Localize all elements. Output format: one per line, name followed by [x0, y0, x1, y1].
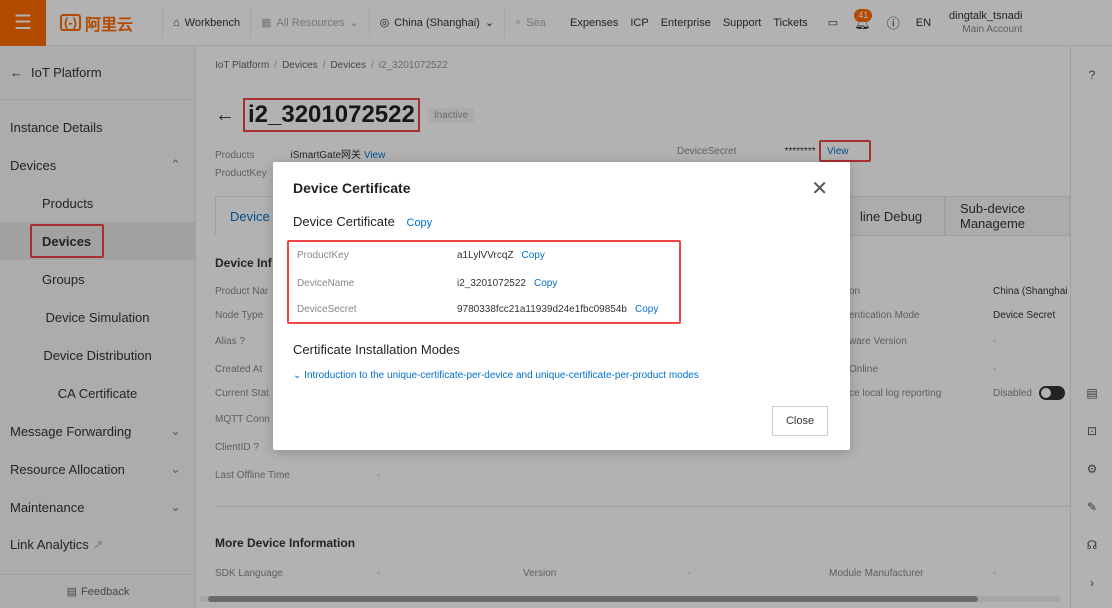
close-icon[interactable]: ✕ [811, 176, 828, 201]
devicesecret-value: 9780338fcc21a11939d24e1fbc09854b Copy [457, 304, 658, 315]
devicesecret-text: 9780338fcc21a11939d24e1fbc09854b [457, 304, 627, 315]
certificate-box: ProductKey a1LylVVrcqZ Copy DeviceName i2… [287, 240, 681, 324]
copy-devicesecret-button[interactable]: Copy [635, 304, 658, 315]
installation-modes-title: Certificate Installation Modes [293, 342, 460, 357]
devicename-text: i2_3201072522 [457, 278, 526, 289]
dialog-title: Device Certificate [293, 180, 411, 196]
productkey-label: ProductKey [297, 250, 349, 261]
copy-all-button[interactable]: Copy [407, 217, 433, 229]
close-button[interactable]: Close [772, 406, 828, 436]
productkey-text: a1LylVVrcqZ [457, 250, 514, 261]
copy-productkey-button[interactable]: Copy [522, 250, 545, 261]
installation-modes-toggle[interactable]: ⌄ Introduction to the unique-certificate… [293, 370, 699, 381]
intro-text: Introduction to the unique-certificate-p… [304, 370, 699, 381]
chevron-down-icon: ⌄ [293, 370, 302, 381]
device-certificate-dialog: Device Certificate ✕ Device Certificate … [273, 162, 850, 450]
subtitle-text: Device Certificate [293, 214, 395, 229]
productkey-value: a1LylVVrcqZ Copy [457, 250, 545, 261]
devicename-label: DeviceName [297, 278, 355, 289]
dialog-subtitle: Device Certificate Copy [293, 214, 432, 229]
devicesecret-label: DeviceSecret [297, 304, 357, 315]
devicename-value: i2_3201072522 Copy [457, 278, 557, 289]
copy-devicename-button[interactable]: Copy [534, 278, 557, 289]
